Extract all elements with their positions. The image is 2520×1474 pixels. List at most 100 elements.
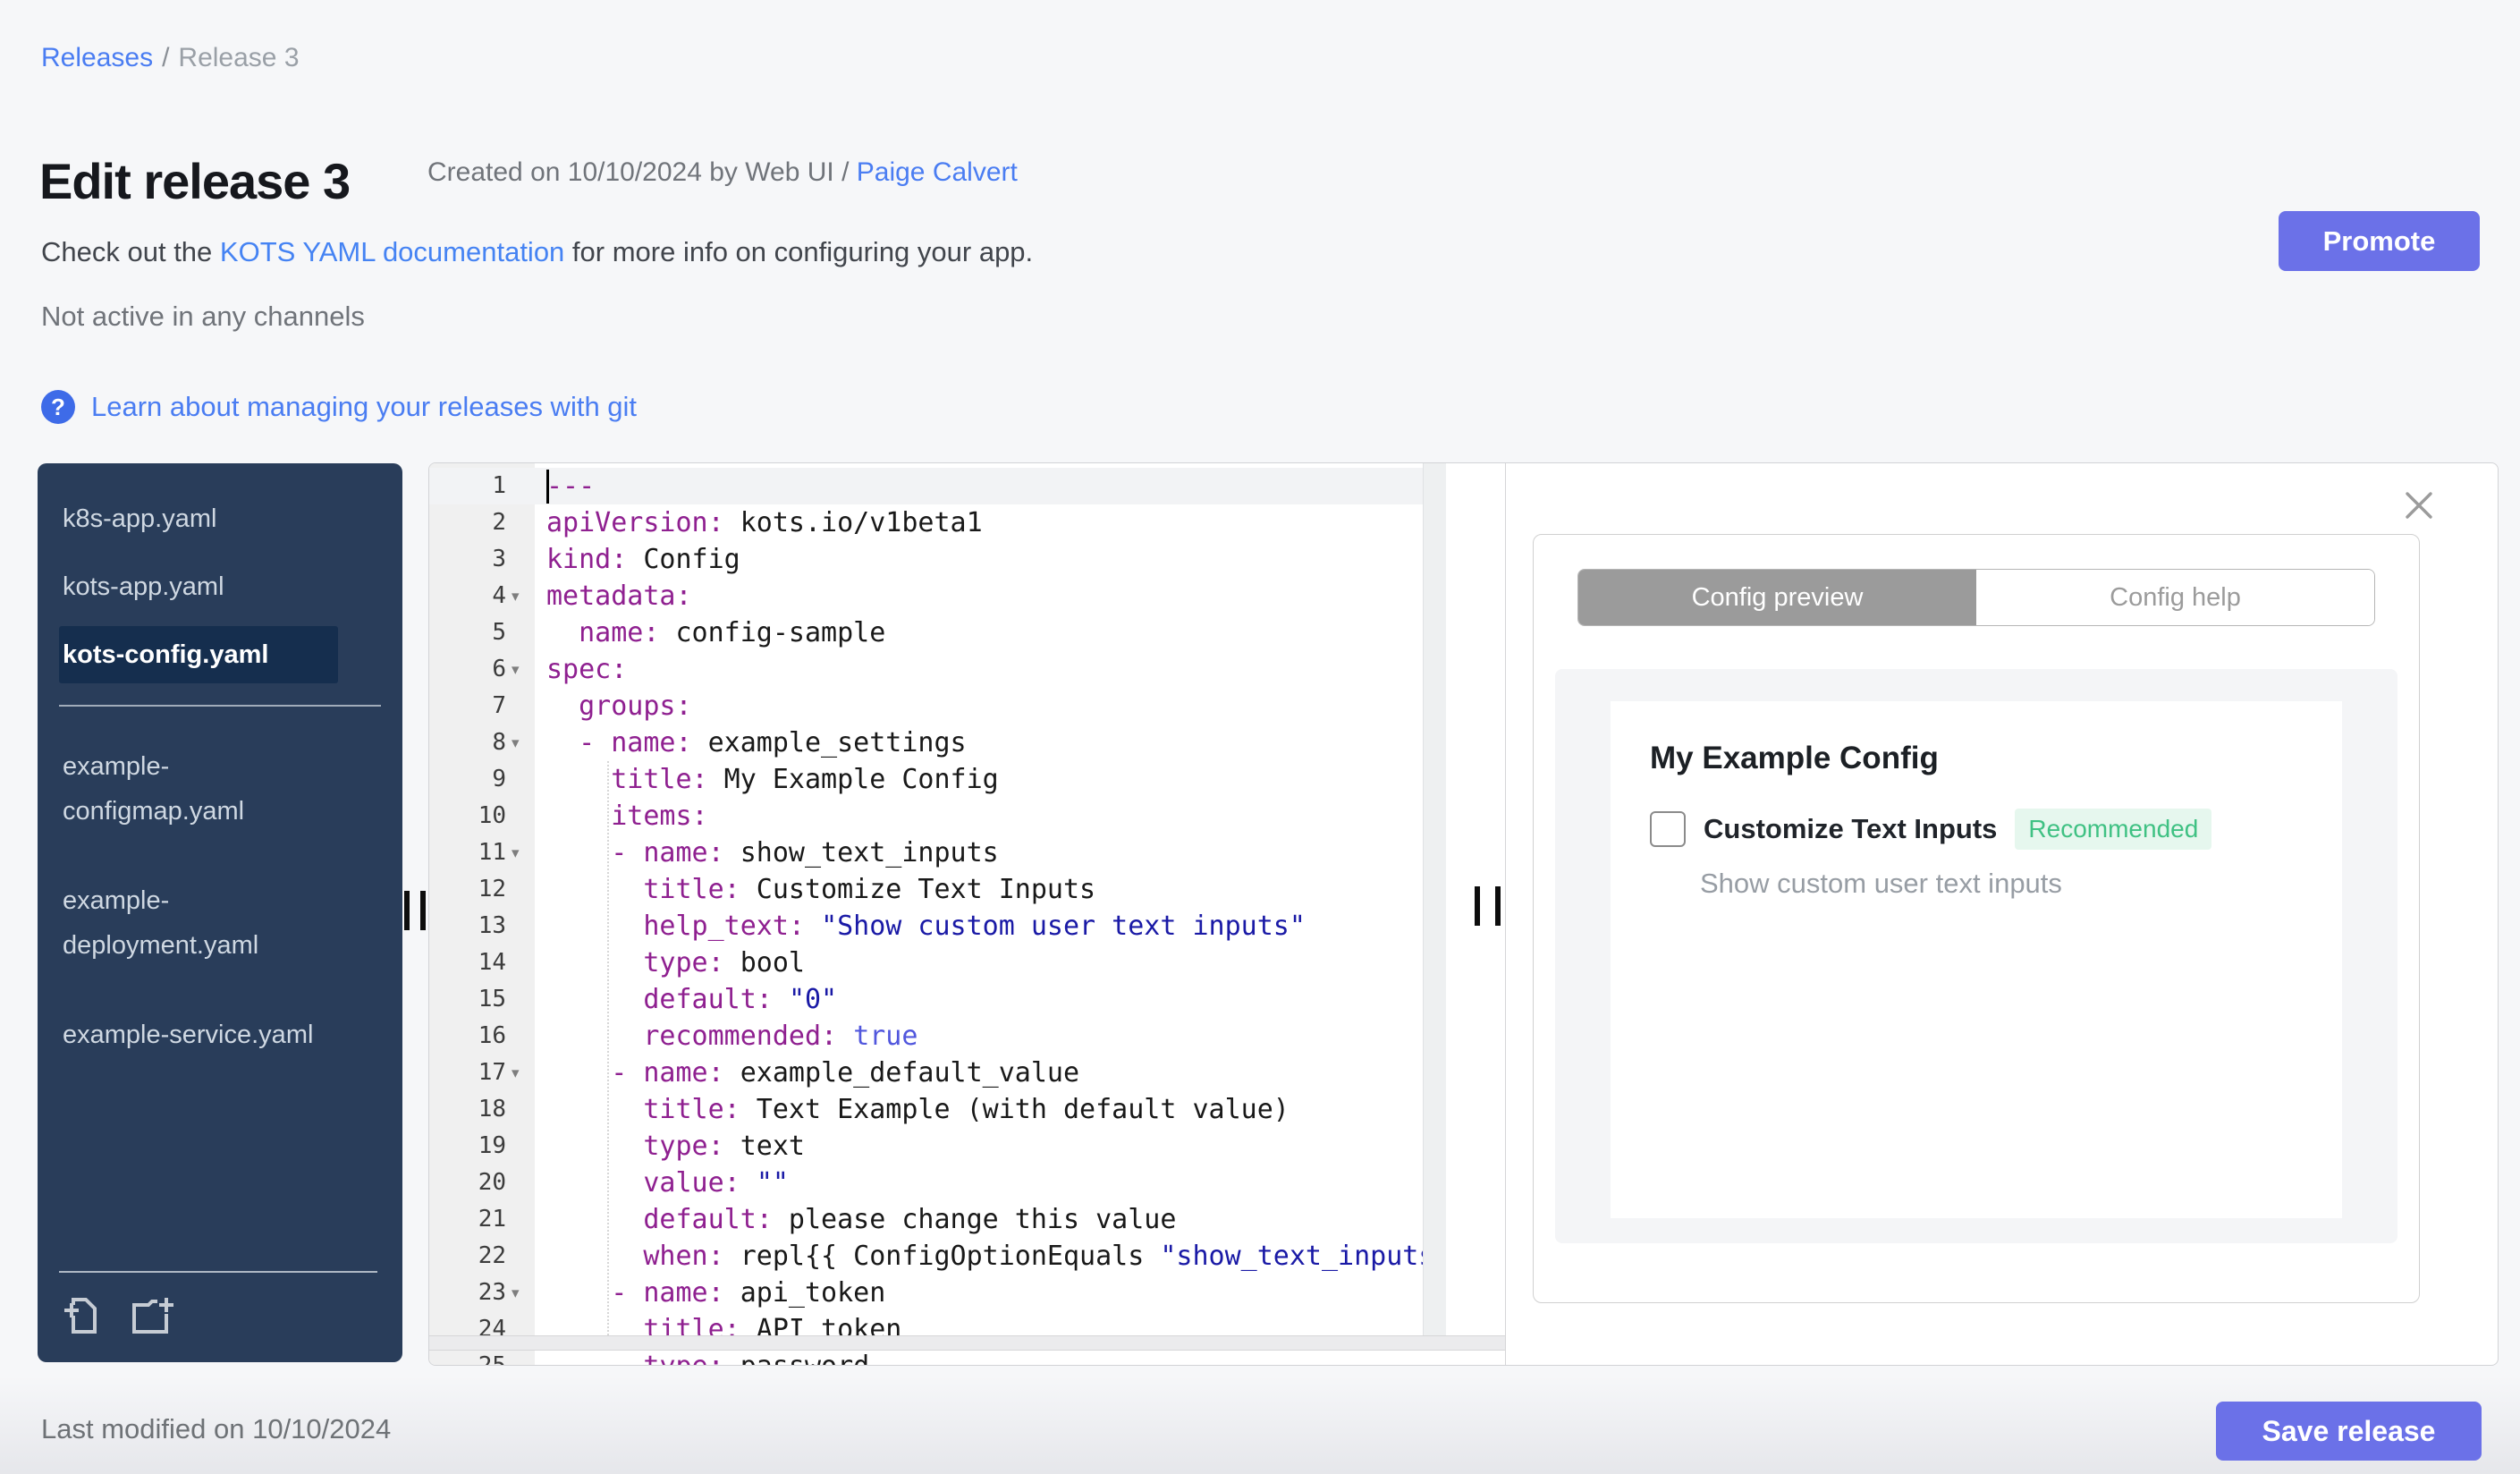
customize-text-inputs-checkbox[interactable] bbox=[1650, 811, 1686, 847]
created-text: Created on 10/10/2024 by Web UI / bbox=[427, 157, 857, 187]
line-number: 6 bbox=[492, 656, 506, 682]
code-text: - name: example_default_value bbox=[611, 1057, 1080, 1089]
code-text: items: bbox=[611, 801, 708, 832]
fold-arrow-icon[interactable]: ▾ bbox=[512, 1275, 520, 1311]
sidebar-footer bbox=[59, 1271, 377, 1339]
question-circle-icon: ? bbox=[41, 390, 75, 424]
edit-release-page: Releases / Release 3 Edit release 3 Create… bbox=[0, 0, 2520, 1474]
file-sidebar: k8s-app.yaml kots-app.yaml kots-config.yam… bbox=[38, 463, 402, 1362]
tab-config-preview[interactable]: Config preview bbox=[1578, 570, 1976, 625]
code-text: recommended: true bbox=[643, 1021, 918, 1052]
editor-horizontal-scrollbar[interactable] bbox=[429, 1335, 1505, 1351]
code-text: title: My Example Config bbox=[611, 764, 999, 795]
line-number: 15 bbox=[478, 986, 506, 1012]
sidebar-resize-handle[interactable] bbox=[420, 891, 426, 930]
line-number: 13 bbox=[478, 912, 506, 939]
config-checkbox-row: Customize Text Inputs Recommended bbox=[1650, 809, 2212, 850]
editor-vertical-scrollbar[interactable] bbox=[1423, 463, 1446, 1335]
config-fieldset: My Example Config Customize Text Inputs … bbox=[1555, 669, 2397, 1243]
git-releases-link[interactable]: Learn about managing your releases with … bbox=[91, 391, 637, 423]
file-item-kots-config-yaml[interactable]: kots-config.yaml bbox=[59, 626, 338, 683]
code-text: value: "" bbox=[643, 1167, 789, 1199]
code-line-11: 11 ▾ - name: show_text_inputs bbox=[429, 834, 1445, 871]
code-line-16: 16 recommended: true bbox=[429, 1018, 1445, 1055]
code-line-19: 19 type: text bbox=[429, 1128, 1445, 1165]
file-item-kots-app-yaml[interactable]: kots-app.yaml bbox=[59, 558, 338, 615]
line-number: 25 bbox=[478, 1352, 506, 1366]
checkbox-label: Customize Text Inputs bbox=[1704, 813, 1998, 844]
file-item-example-configmap-yaml[interactable]: example-configmap.yaml bbox=[59, 733, 338, 844]
line-number: 11 bbox=[478, 839, 506, 866]
breadcrumb-separator: / bbox=[162, 43, 170, 72]
line-number: 2 bbox=[492, 509, 506, 536]
config-group-title: My Example Config bbox=[1650, 741, 1939, 775]
line-number: 3 bbox=[492, 546, 506, 572]
fold-arrow-icon[interactable]: ▾ bbox=[512, 651, 520, 688]
fold-arrow-icon[interactable]: ▾ bbox=[512, 1055, 520, 1091]
tab-config-help[interactable]: Config help bbox=[1976, 570, 2374, 625]
code-line-3: 3 kind: Config bbox=[429, 541, 1445, 578]
code-line-5: 5 name: config-sample bbox=[429, 614, 1445, 651]
code-text: - name: api_token bbox=[611, 1277, 886, 1309]
author-link[interactable]: Paige Calvert bbox=[857, 157, 1018, 187]
code-text: - name: show_text_inputs bbox=[611, 837, 999, 868]
line-number: 4 bbox=[492, 582, 506, 609]
code-line-4: 4 ▾ metadata: bbox=[429, 578, 1445, 614]
last-modified-text: Last modified on 10/10/2024 bbox=[41, 1413, 392, 1444]
yaml-code-editor[interactable]: 1 --- 2 apiVersion: kots.io/v1beta1 3 kind: C… bbox=[429, 468, 1445, 1366]
code-text: title: Text Example (with default value) bbox=[643, 1094, 1290, 1125]
line-number: 1 bbox=[492, 472, 506, 499]
code-text: default: please change this value bbox=[643, 1204, 1177, 1235]
preview-resize-handle[interactable] bbox=[1475, 886, 1480, 926]
file-item-k8s-app-yaml[interactable]: k8s-app.yaml bbox=[59, 490, 338, 547]
close-icon[interactable] bbox=[2402, 488, 2436, 522]
code-text: type: bool bbox=[643, 947, 805, 978]
sidebar-divider bbox=[59, 705, 381, 707]
file-group-top: k8s-app.yaml kots-app.yaml kots-config.yam… bbox=[38, 490, 402, 683]
editor-workpane: 1 --- 2 apiVersion: kots.io/v1beta1 3 kind: C… bbox=[428, 462, 2499, 1366]
code-line-9: 9 title: My Example Config bbox=[429, 761, 1445, 798]
code-text: apiVersion: kots.io/v1beta1 bbox=[546, 507, 983, 538]
doc-hint-after: for more info on configuring your app. bbox=[564, 236, 1034, 267]
file-group-bottom: example-configmap.yaml example-deployment… bbox=[38, 733, 402, 1068]
save-release-button[interactable]: Save release bbox=[2216, 1402, 2482, 1461]
code-line-25: 25 type: password bbox=[429, 1348, 1445, 1366]
promote-button[interactable]: Promote bbox=[2279, 211, 2480, 271]
config-box: Config preview Config help My Example Con… bbox=[1533, 534, 2420, 1303]
line-number: 5 bbox=[492, 619, 506, 646]
code-text: type: text bbox=[643, 1131, 805, 1162]
new-folder-icon[interactable] bbox=[129, 1292, 175, 1339]
line-number: 7 bbox=[492, 692, 506, 719]
code-text: metadata: bbox=[546, 580, 692, 612]
code-line-15: 15 default: "0" bbox=[429, 981, 1445, 1018]
fold-arrow-icon[interactable]: ▾ bbox=[512, 724, 520, 761]
line-number: 20 bbox=[478, 1169, 506, 1196]
line-number: 23 bbox=[478, 1279, 506, 1306]
code-text: help_text: "Show custom user text inputs… bbox=[643, 911, 1306, 942]
fold-arrow-icon[interactable]: ▾ bbox=[512, 834, 520, 871]
line-number: 16 bbox=[478, 1022, 506, 1049]
code-line-20: 20 value: "" bbox=[429, 1165, 1445, 1201]
file-item-example-deployment-yaml[interactable]: example-deployment.yaml bbox=[59, 868, 338, 978]
code-text: default: "0" bbox=[643, 984, 838, 1015]
preview-resize-handle[interactable] bbox=[1495, 886, 1501, 926]
code-text: spec: bbox=[546, 654, 628, 685]
kots-yaml-doc-link[interactable]: KOTS YAML documentation bbox=[220, 236, 564, 267]
sidebar-resize-handle[interactable] bbox=[404, 891, 410, 930]
code-line-21: 21 default: please change this value bbox=[429, 1201, 1445, 1238]
recommended-badge: Recommended bbox=[2015, 809, 2212, 850]
fold-arrow-icon[interactable]: ▾ bbox=[512, 578, 520, 614]
line-number: 9 bbox=[492, 766, 506, 792]
line-number: 14 bbox=[478, 949, 506, 976]
new-file-icon[interactable] bbox=[59, 1292, 106, 1339]
code-text: - name: example_settings bbox=[579, 727, 967, 758]
created-meta: Created on 10/10/2024 by Web UI / Paige … bbox=[427, 157, 1018, 188]
file-item-example-service-yaml[interactable]: example-service.yaml bbox=[59, 1002, 338, 1068]
line-number: 22 bbox=[478, 1242, 506, 1269]
breadcrumb-releases-link[interactable]: Releases bbox=[41, 43, 153, 72]
line-number: 17 bbox=[478, 1059, 506, 1086]
config-card: My Example Config Customize Text Inputs … bbox=[1611, 701, 2342, 1218]
code-line-23: 23 ▾ - name: api_token bbox=[429, 1275, 1445, 1311]
line-number: 18 bbox=[478, 1096, 506, 1122]
line-number: 19 bbox=[478, 1132, 506, 1159]
